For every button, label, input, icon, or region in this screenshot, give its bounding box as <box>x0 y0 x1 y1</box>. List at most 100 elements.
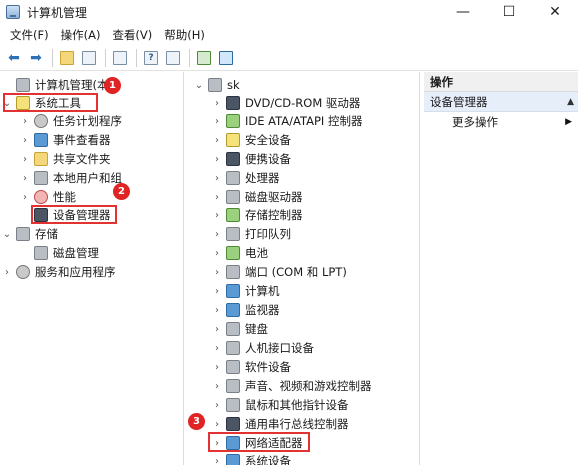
device-category[interactable]: › 处理器 <box>212 169 280 187</box>
chevron-right-icon[interactable]: › <box>212 154 222 165</box>
device-category[interactable]: › 声音、视频和游戏控制器 <box>212 377 372 395</box>
device-category[interactable]: › IDE ATA/ATAPI 控制器 <box>212 112 362 130</box>
monitor-icon <box>219 50 233 65</box>
monitor-icon <box>226 303 240 317</box>
properties-button[interactable] <box>110 48 130 68</box>
chevron-right-icon[interactable]: › <box>212 400 222 411</box>
device-category[interactable]: › 便携设备 <box>212 150 291 168</box>
step-badge: 2 <box>113 183 130 200</box>
device-category[interactable]: › 键盘 <box>212 320 268 338</box>
tree-item-local-users[interactable]: › 本地用户和组 <box>20 169 122 187</box>
chevron-right-icon[interactable]: › <box>20 154 30 165</box>
chevron-right-icon[interactable]: › <box>212 305 222 316</box>
battery-icon <box>226 246 240 260</box>
storage-controller-icon <box>226 208 240 222</box>
back-button[interactable]: ⬅ <box>4 48 24 68</box>
device-category[interactable]: › 计算机 <box>212 282 280 300</box>
chevron-right-icon[interactable]: › <box>212 229 222 240</box>
monitor-button[interactable] <box>216 48 236 68</box>
device-category-label: 计算机 <box>245 284 280 298</box>
device-category[interactable]: › 打印队列 <box>212 225 291 243</box>
chevron-right-icon[interactable]: › <box>2 267 12 278</box>
menu-help[interactable]: 帮助(H) <box>158 27 211 43</box>
tree-item-shared-folders[interactable]: › 共享文件夹 <box>20 150 111 168</box>
device-category[interactable]: › 端口 (COM 和 LPT) <box>212 263 347 281</box>
device-category-label: 通用串行总线控制器 <box>245 417 349 431</box>
chevron-down-icon[interactable]: ⌄ <box>194 80 204 91</box>
collapse-up-icon[interactable]: ▲ <box>567 97 574 107</box>
tree-item-disk-management[interactable]: 磁盘管理 <box>30 244 99 262</box>
services-icon <box>16 265 30 279</box>
scan-hardware-button[interactable] <box>194 48 214 68</box>
tree-item-task-scheduler[interactable]: › 任务计划程序 <box>20 112 122 130</box>
chevron-right-icon[interactable]: › <box>212 267 222 278</box>
device-category[interactable]: › 存储控制器 <box>212 206 303 224</box>
chevron-right-icon[interactable]: › <box>212 286 222 297</box>
device-category[interactable]: › 监视器 <box>212 301 280 319</box>
menu-file[interactable]: 文件(F) <box>4 27 55 43</box>
device-category-label: 打印队列 <box>245 227 291 241</box>
chevron-right-icon[interactable]: › <box>212 248 222 259</box>
chevron-right-icon[interactable]: › <box>212 116 222 127</box>
actions-section-device-manager[interactable]: 设备管理器 ▲ <box>424 92 578 112</box>
show-hide-tree-button[interactable] <box>79 48 99 68</box>
chevron-right-icon[interactable]: › <box>20 173 30 184</box>
chevron-right-icon[interactable]: › <box>20 135 30 146</box>
chevron-right-icon[interactable]: › <box>20 116 30 127</box>
device-category[interactable]: › 人机接口设备 <box>212 339 314 357</box>
device-category[interactable]: › 安全设备 <box>212 131 291 149</box>
forward-button[interactable]: ➡ <box>26 48 46 68</box>
chevron-right-icon[interactable]: › <box>212 98 222 109</box>
action-pane-button[interactable] <box>163 48 183 68</box>
keyboard-icon <box>226 322 240 336</box>
device-category-label: 系统设备 <box>245 454 291 465</box>
chevron-right-icon[interactable]: › <box>212 362 222 373</box>
chevron-right-icon[interactable]: › <box>212 456 222 465</box>
step-badge: 1 <box>104 77 121 94</box>
tree-item-services-apps[interactable]: › 服务和应用程序 <box>2 263 116 281</box>
device-category[interactable]: › 系统设备 <box>212 452 291 465</box>
tree-label: 服务和应用程序 <box>35 265 116 279</box>
minimize-button[interactable]: — <box>440 0 486 24</box>
up-level-button[interactable] <box>57 48 77 68</box>
device-category[interactable]: › 通用串行总线控制器 <box>212 415 349 433</box>
chevron-right-icon[interactable]: › <box>20 192 30 203</box>
more-actions-label: 更多操作 <box>452 115 498 129</box>
chevron-right-icon[interactable]: › <box>212 324 222 335</box>
chevron-down-icon[interactable]: ⌄ <box>2 229 12 240</box>
tree-item-performance[interactable]: › 性能 <box>20 188 76 206</box>
software-device-icon <box>226 360 240 374</box>
device-category-label: 磁盘驱动器 <box>245 190 303 204</box>
help-button[interactable]: ? <box>141 48 161 68</box>
maximize-button[interactable]: ☐ <box>486 0 532 24</box>
help-icon: ? <box>144 50 158 65</box>
device-category[interactable]: › 电池 <box>212 244 268 262</box>
tree-item-event-viewer[interactable]: › 事件查看器 <box>20 131 111 149</box>
device-category-label: 键盘 <box>245 322 268 336</box>
security-device-icon <box>226 133 240 147</box>
close-button[interactable]: ✕ <box>532 0 578 24</box>
chevron-right-icon[interactable]: › <box>212 343 222 354</box>
tree-label: 任务计划程序 <box>53 114 122 128</box>
device-category-label: 软件设备 <box>245 360 291 374</box>
chevron-right-icon[interactable]: › <box>212 192 222 203</box>
event-viewer-icon <box>34 133 48 147</box>
device-root[interactable]: ⌄ sk <box>194 76 240 94</box>
chevron-right-icon[interactable]: › <box>212 135 222 146</box>
chevron-right-icon[interactable]: › <box>212 210 222 221</box>
chevron-right-icon[interactable]: › <box>212 173 222 184</box>
more-actions-item[interactable]: 更多操作 ▶ <box>424 112 578 132</box>
chevron-right-icon[interactable]: › <box>212 381 222 392</box>
device-category[interactable]: › 磁盘驱动器 <box>212 188 303 206</box>
device-category[interactable]: › 鼠标和其他指针设备 <box>212 396 349 414</box>
tree-item-computer-management[interactable]: 计算机管理(本地 <box>2 76 120 94</box>
toolbar: ⬅ ➡ ? <box>0 45 578 71</box>
device-category[interactable]: › DVD/CD-ROM 驱动器 <box>212 94 360 112</box>
disk-drive-icon <box>226 190 240 204</box>
device-category[interactable]: › 软件设备 <box>212 358 291 376</box>
chevron-right-icon[interactable]: › <box>212 419 222 430</box>
menu-action[interactable]: 操作(A) <box>55 27 107 43</box>
tree-item-storage[interactable]: ⌄ 存储 <box>2 225 58 243</box>
menu-view[interactable]: 查看(V) <box>106 27 158 43</box>
tree-label: 共享文件夹 <box>53 152 111 166</box>
